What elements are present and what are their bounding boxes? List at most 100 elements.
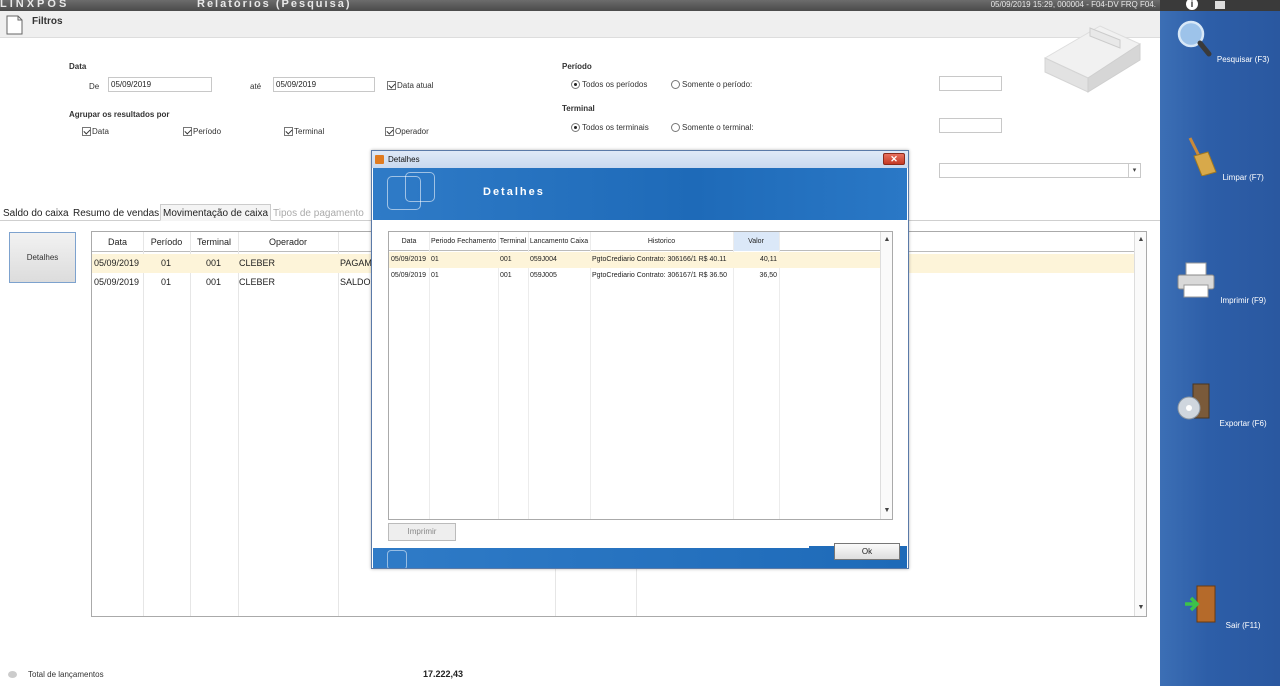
table-row[interactable]: 05/09/2019 01 001 059J005 PgtoCrediario …: [389, 268, 880, 284]
cell-cash-entry: 059J005: [530, 272, 557, 279]
to-label: até: [250, 82, 262, 91]
scroll-up-icon[interactable]: ▲: [881, 234, 893, 246]
table-row[interactable]: 05/09/2019 01 001 059J004 PgtoCrediario …: [389, 252, 880, 268]
broom-icon: [1188, 137, 1217, 177]
tab-sales-summary[interactable]: Resumo de vendas: [70, 204, 162, 221]
cell-terminal: 001: [500, 256, 512, 263]
tab-payment-types[interactable]: Tipos de pagamento: [270, 204, 367, 221]
cell-operator: CLEBER: [239, 258, 276, 268]
only-terminal-label: Somente o terminal:: [682, 123, 754, 132]
current-date-label: Data atual: [397, 81, 434, 90]
cell-period: 01: [161, 258, 172, 268]
group-period-checkbox[interactable]: Período: [183, 127, 221, 136]
tab-cash-balance[interactable]: Saldo do caixa: [0, 204, 72, 221]
terminal-input[interactable]: [939, 118, 1002, 133]
dialog-footer: [373, 546, 907, 568]
cell-terminal: 001: [206, 258, 222, 268]
exit-button-label: Sair (F11): [1225, 621, 1261, 630]
group-period-label: Período: [193, 127, 222, 136]
col-date-header[interactable]: Data: [92, 232, 143, 252]
radio-empty-icon: [671, 80, 680, 89]
date-to-input[interactable]: 05/09/2019: [273, 77, 375, 92]
dialog-title: Detalhes: [388, 155, 420, 164]
cell-value: 36,50: [759, 272, 777, 279]
exit-button[interactable]: Sair (F11): [1160, 584, 1280, 630]
export-button-label: Exportar (F6): [1219, 419, 1267, 428]
close-icon[interactable]: ✕: [883, 153, 905, 165]
all-periods-label: Todos os períodos: [582, 80, 648, 89]
col-cash-entry-header[interactable]: Lancamento Caixa: [528, 232, 590, 251]
grid-scrollbar[interactable]: ▲ ▼: [1134, 232, 1146, 616]
clear-button-label: Limpar (F7): [1222, 173, 1264, 182]
col-operator-header[interactable]: Operador: [238, 232, 338, 252]
date-from-input[interactable]: 05/09/2019: [108, 77, 212, 92]
group-terminal-checkbox[interactable]: Terminal: [284, 127, 324, 136]
col-closing-period-header[interactable]: Periodo Fechamento: [429, 232, 498, 251]
info-icon[interactable]: i: [1186, 0, 1198, 10]
total-value: 17.222,43: [423, 669, 464, 679]
scroll-up-icon[interactable]: ▲: [1135, 234, 1147, 246]
scroll-down-icon[interactable]: ▼: [1135, 602, 1147, 614]
document-icon: [6, 15, 23, 35]
col-value-header[interactable]: Valor: [733, 232, 779, 251]
tab-cash-movement[interactable]: Movimentação de caixa: [160, 204, 272, 221]
period-input[interactable]: [939, 76, 1002, 91]
cell-period: 01: [431, 256, 439, 263]
checkbox-checked-icon: [284, 127, 293, 136]
col-period-header[interactable]: Período: [143, 232, 190, 252]
only-terminal-radio[interactable]: Somente o terminal:: [671, 123, 754, 132]
cell-value: 40,11: [760, 256, 777, 263]
cell-period: 01: [161, 277, 172, 287]
minimize-icon[interactable]: [1215, 1, 1225, 9]
scroll-down-icon[interactable]: ▼: [881, 505, 893, 517]
footer-divider: [373, 546, 809, 548]
group-by-label: Agrupar os resultados por: [69, 110, 170, 119]
cell-date: 05/09/2019: [391, 256, 427, 263]
window-title: Relatórios (Pesquisa): [197, 0, 352, 10]
radio-selected-icon: [571, 80, 580, 89]
current-date-checkbox[interactable]: Data atual: [387, 81, 433, 90]
group-operator-checkbox[interactable]: Operador: [385, 127, 429, 136]
all-periods-radio[interactable]: Todos os períodos: [571, 80, 647, 89]
only-period-label: Somente o período:: [682, 80, 753, 89]
dialog-banner: Detalhes: [373, 168, 907, 220]
cell-operator: CLEBER: [239, 277, 276, 287]
terminal-section-label: Terminal: [562, 104, 595, 113]
col-date-header[interactable]: Data: [389, 232, 429, 251]
search-button-label: Pesquisar (F3): [1216, 55, 1270, 64]
magnifier-icon: [1177, 20, 1212, 57]
checkbox-checked-icon: [387, 81, 396, 90]
details-dialog: Detalhes ✕ Detalhes Data Periodo Fechame…: [371, 150, 909, 569]
app-window-icon: [375, 155, 384, 164]
cell-history: PgtoCrediario Contrato: 306167/1 R$ 36.5…: [592, 272, 728, 279]
search-button[interactable]: Pesquisar (F3): [1160, 18, 1280, 64]
col-terminal-header[interactable]: Terminal: [190, 232, 238, 252]
col-history-header[interactable]: Historico: [590, 232, 733, 251]
exit-door-icon: [1185, 585, 1216, 623]
cell-period: 01: [431, 272, 439, 279]
clear-button[interactable]: Limpar (F7): [1160, 136, 1280, 182]
group-terminal-label: Terminal: [294, 127, 325, 136]
all-terminals-radio[interactable]: Todos os terminais: [571, 123, 649, 132]
decorative-square: [405, 172, 435, 202]
filters-label: Filtros: [32, 16, 63, 27]
print-button[interactable]: Imprimir (F9): [1160, 259, 1280, 305]
ok-button[interactable]: Ok: [834, 543, 900, 560]
dialog-title-bar[interactable]: Detalhes ✕: [372, 151, 908, 168]
details-scrollbar[interactable]: ▲ ▼: [880, 232, 892, 519]
col-terminal-header[interactable]: Terminal: [498, 232, 528, 251]
export-button[interactable]: Exportar (F6): [1160, 382, 1280, 428]
printer-icon: [1177, 262, 1215, 298]
dialog-print-button[interactable]: Imprimir: [388, 523, 456, 541]
radio-selected-icon: [571, 123, 580, 132]
cell-date: 05/09/2019: [94, 258, 140, 268]
filter-dropdown[interactable]: ▾: [939, 163, 1141, 178]
cell-date: 05/09/2019: [94, 277, 140, 287]
window-controls: i: [1160, 0, 1280, 11]
checkbox-checked-icon: [183, 127, 192, 136]
only-period-radio[interactable]: Somente o período:: [671, 80, 752, 89]
checkbox-checked-icon: [385, 127, 394, 136]
group-date-checkbox[interactable]: Data: [82, 127, 109, 136]
decorative-square: [387, 550, 407, 568]
details-button[interactable]: Detalhes: [9, 232, 76, 283]
